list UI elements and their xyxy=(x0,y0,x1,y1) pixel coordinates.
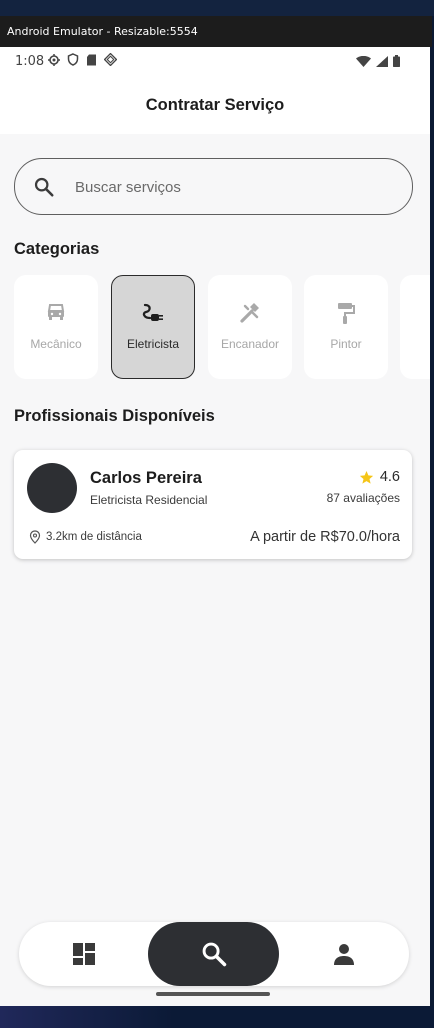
category-encanador[interactable]: Encanador xyxy=(208,275,292,379)
plumbing-icon xyxy=(240,303,259,323)
rating-value: 4.6 xyxy=(379,469,400,485)
electrical-plug-icon xyxy=(142,303,163,321)
search-input[interactable] xyxy=(75,175,375,199)
status-bar: 1:08 xyxy=(0,47,430,77)
wifi-icon xyxy=(356,55,371,67)
status-icons-right xyxy=(356,55,400,67)
status-icons-left xyxy=(48,53,117,66)
professional-name: Carlos Pereira xyxy=(90,469,202,487)
nav-search[interactable] xyxy=(148,922,279,986)
desktop-taskbar-edge xyxy=(0,1006,434,1028)
category-pintor[interactable]: Pintor xyxy=(304,275,388,379)
category-label: Pintor xyxy=(330,337,362,351)
star-icon xyxy=(359,470,373,484)
category-label: Mecânico xyxy=(30,337,82,351)
phone-screen: 1:08 Contratar Serviço Categorias Mecâni… xyxy=(0,47,430,1006)
nav-dashboard[interactable] xyxy=(59,922,109,986)
desktop-background xyxy=(0,0,434,16)
car-icon xyxy=(47,304,65,320)
categories-list: Mecânico Eletricista Encanador Pintor xyxy=(14,275,430,379)
shield-icon xyxy=(67,53,79,66)
sd-card-icon xyxy=(87,54,96,65)
paint-roller-icon xyxy=(338,303,355,324)
location-pin-icon xyxy=(29,530,41,544)
rating: 4.6 xyxy=(359,469,400,485)
distance: 3.2km de distância xyxy=(29,530,142,544)
signal-icon xyxy=(376,55,388,67)
search-icon xyxy=(34,177,54,197)
app-bar: Contratar Serviço xyxy=(0,77,430,134)
gesture-handle xyxy=(156,992,270,996)
categories-title: Categorias xyxy=(14,240,100,258)
professional-role: Eletricista Residencial xyxy=(90,493,208,507)
professionals-title: Profissionais Disponíveis xyxy=(14,407,215,425)
dashboard-icon xyxy=(73,943,95,965)
emulator-title-bar: Android Emulator - Resizable:5554 xyxy=(0,16,432,47)
person-icon xyxy=(334,944,354,965)
gear-icon xyxy=(48,53,60,66)
bottom-navigation xyxy=(19,922,409,986)
reviews-count: 87 avaliações xyxy=(326,491,400,505)
play-protect-icon xyxy=(104,53,117,66)
status-time: 1:08 xyxy=(15,54,45,69)
battery-icon xyxy=(393,55,400,67)
professional-card[interactable]: Carlos Pereira Eletricista Residencial 4… xyxy=(14,450,412,559)
category-label: Eletricista xyxy=(126,337,179,351)
page-title: Contratar Serviço xyxy=(145,96,285,114)
avatar xyxy=(27,463,77,513)
category-mecanico[interactable]: Mecânico xyxy=(14,275,98,379)
emulator-title: Android Emulator - Resizable:5554 xyxy=(7,25,198,38)
category-eletricista[interactable]: Eletricista xyxy=(111,275,195,379)
nav-profile[interactable] xyxy=(319,922,369,986)
search-bar[interactable] xyxy=(14,158,413,215)
category-more[interactable] xyxy=(400,275,430,379)
price: A partir de R$70.0/hora xyxy=(250,529,400,545)
category-label: Encanador xyxy=(220,337,280,351)
search-icon xyxy=(202,942,226,967)
distance-text: 3.2km de distância xyxy=(46,531,142,543)
